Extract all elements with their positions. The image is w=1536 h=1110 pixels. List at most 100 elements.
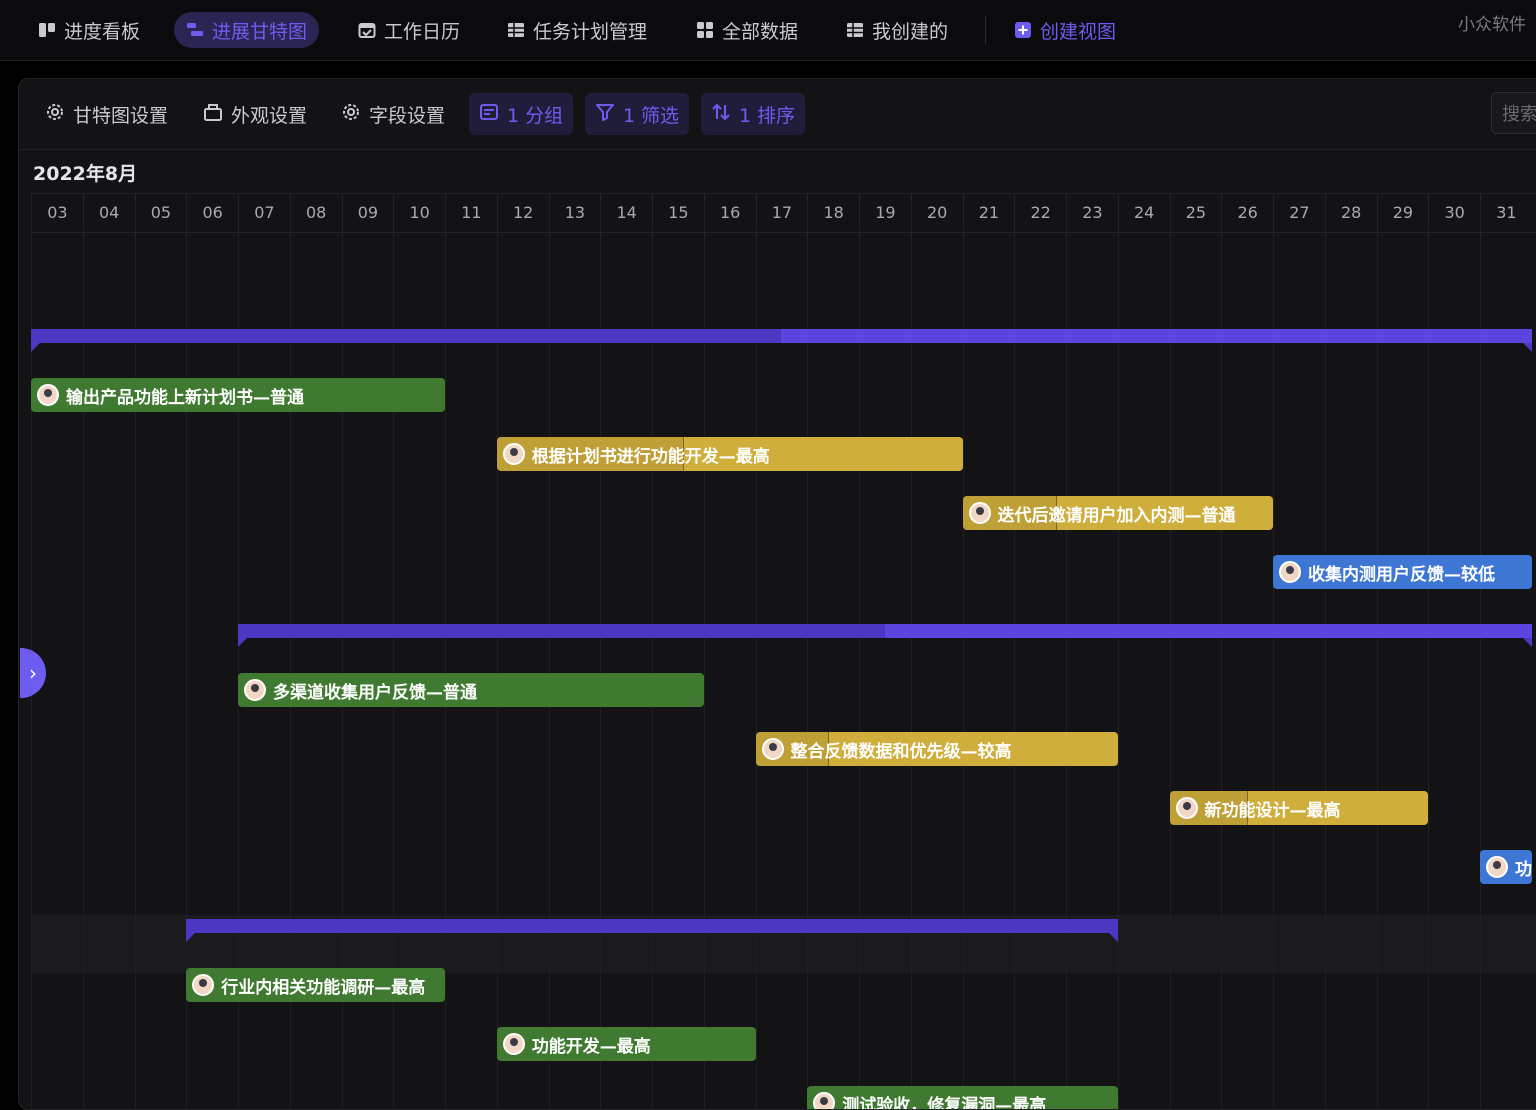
gear-icon [45,102,65,127]
watermark: 小众软件 [1458,10,1526,35]
grid-line [600,231,601,1110]
task-label: 行业内相关功能调研—最高 [221,973,425,998]
gantt-grid: 输出产品功能上新计划书—普通根据计划书进行功能开发—最高迭代后邀请用户加入内测—… [31,231,1536,1110]
grid-line [1221,231,1222,1110]
task-bar[interactable]: 根据计划书进行功能开发—最高 [497,437,963,471]
gantt-settings-button[interactable]: 甘特图设置 [35,93,178,135]
filter-icon [595,102,615,127]
task-label: 整合反馈数据和优先级—较高 [791,737,1012,762]
tab-created-by-me[interactable]: 我创建的 [834,12,960,48]
day-column-header: 13 [549,194,601,232]
group-bar-cap [1523,343,1532,352]
day-column-header: 24 [1118,194,1170,232]
grid-line [1118,231,1119,1110]
assignee-avatar [503,443,525,465]
create-view-button[interactable]: 创建视图 [1002,12,1128,48]
tab-work-calendar[interactable]: 工作日历 [346,12,472,48]
task-bar[interactable]: 迭代后邀请用户加入内测—普通 [963,496,1274,530]
calendar-icon [358,21,376,39]
group-bar-cap [31,343,40,352]
day-column-header: 29 [1377,194,1429,232]
tab-label: 进度看板 [64,17,140,44]
group-icon [479,102,499,127]
group-bar-cap [238,638,247,647]
day-column-header: 04 [83,194,135,232]
table-icon [846,21,864,39]
grid-line [1480,231,1481,1110]
group-summary-bar[interactable] [186,919,1118,933]
day-column-header: 17 [756,194,808,232]
task-bar[interactable]: 行业内相关功能调研—最高 [186,968,445,1002]
appearance-icon [203,102,223,127]
task-label: 迭代后邀请用户加入内测—普通 [998,501,1236,526]
task-label: 功能开发—最高 [532,1032,651,1057]
gear-icon [341,102,361,127]
tab-task-plan[interactable]: 任务计划管理 [495,12,659,48]
field-settings-button[interactable]: 字段设置 [331,93,455,135]
task-label: 新功能设计—最高 [1205,796,1341,821]
day-column-header: 15 [652,194,704,232]
tab-divider [985,16,986,44]
day-column-header: 18 [807,194,859,232]
table-icon [507,21,525,39]
tab-gantt[interactable]: 进展甘特图 [174,12,319,48]
grid-line [963,231,964,1110]
tab-progress-board[interactable]: 进度看板 [26,12,152,48]
grid-line [1014,231,1015,1110]
grid-line [1170,231,1171,1110]
filter-label: 1 筛选 [623,101,679,128]
task-bar[interactable]: 输出产品功能上新计划书—普通 [31,378,445,412]
group-summary-bar[interactable] [31,329,1532,343]
task-bar[interactable]: 多渠道收集用户反馈—普通 [238,673,704,707]
day-column-header: 05 [135,194,187,232]
day-column-header: 26 [1221,194,1273,232]
grid-line [83,231,84,1110]
group-summary-bar[interactable] [238,624,1532,638]
gantt-icon [186,21,204,39]
assignee-avatar [244,679,266,701]
group-remaining-fill [781,329,1531,343]
task-label: 输出产品功能上新计划书—普通 [66,383,304,408]
group-label: 1 分组 [507,101,563,128]
task-bar[interactable]: 整合反馈数据和优先级—较高 [756,732,1118,766]
task-bar[interactable]: 功能开发—最高 [497,1027,756,1061]
grid-line [1377,231,1378,1110]
grid-line [704,231,705,1110]
group-button[interactable]: 1 分组 [469,93,573,135]
task-label: 测试验收，修复漏洞—最高 [842,1091,1046,1110]
tab-all-data[interactable]: 全部数据 [684,12,810,48]
view-tab-bar: 进度看板 进展甘特图 工作日历 任务计划管理 全部数据 我创建的 创建 [0,0,1536,61]
search-input[interactable]: 搜索 [1491,92,1536,134]
task-bar[interactable]: 收集内测用户反馈—较低 [1273,555,1532,589]
assignee-avatar [969,502,991,524]
task-bar[interactable]: 新功能设计—最高 [1170,791,1429,825]
day-column-header: 12 [497,194,549,232]
group-bar-cap [186,933,195,942]
task-label: 根据计划书进行功能开发—最高 [532,442,770,467]
tab-label: 创建视图 [1040,17,1116,44]
day-column-header: 03 [31,194,83,232]
assignee-avatar [192,974,214,996]
appearance-settings-button[interactable]: 外观设置 [193,93,317,135]
day-column-header: 10 [393,194,445,232]
day-column-header: 28 [1325,194,1377,232]
task-bar[interactable]: 测试验收，修复漏洞—最高 [807,1086,1118,1110]
day-column-header: 11 [445,194,497,232]
task-label: 多渠道收集用户反馈—普通 [273,678,477,703]
sort-button[interactable]: 1 排序 [701,93,805,135]
grid-line [549,231,550,1110]
filter-button[interactable]: 1 筛选 [585,93,689,135]
tab-label: 我创建的 [872,17,948,44]
task-bar[interactable]: 功 [1480,850,1532,884]
day-column-header: 30 [1428,194,1480,232]
group-bar-cap [1523,638,1532,647]
grid-line [807,231,808,1110]
day-column-header: 31 [1480,194,1532,232]
grid-line [652,231,653,1110]
day-column-header: 27 [1273,194,1325,232]
day-column-header: 19 [859,194,911,232]
gantt-settings-label: 甘特图设置 [73,101,168,128]
day-column-header: 22 [1014,194,1066,232]
assignee-avatar [1279,561,1301,583]
tab-label: 工作日历 [384,17,460,44]
